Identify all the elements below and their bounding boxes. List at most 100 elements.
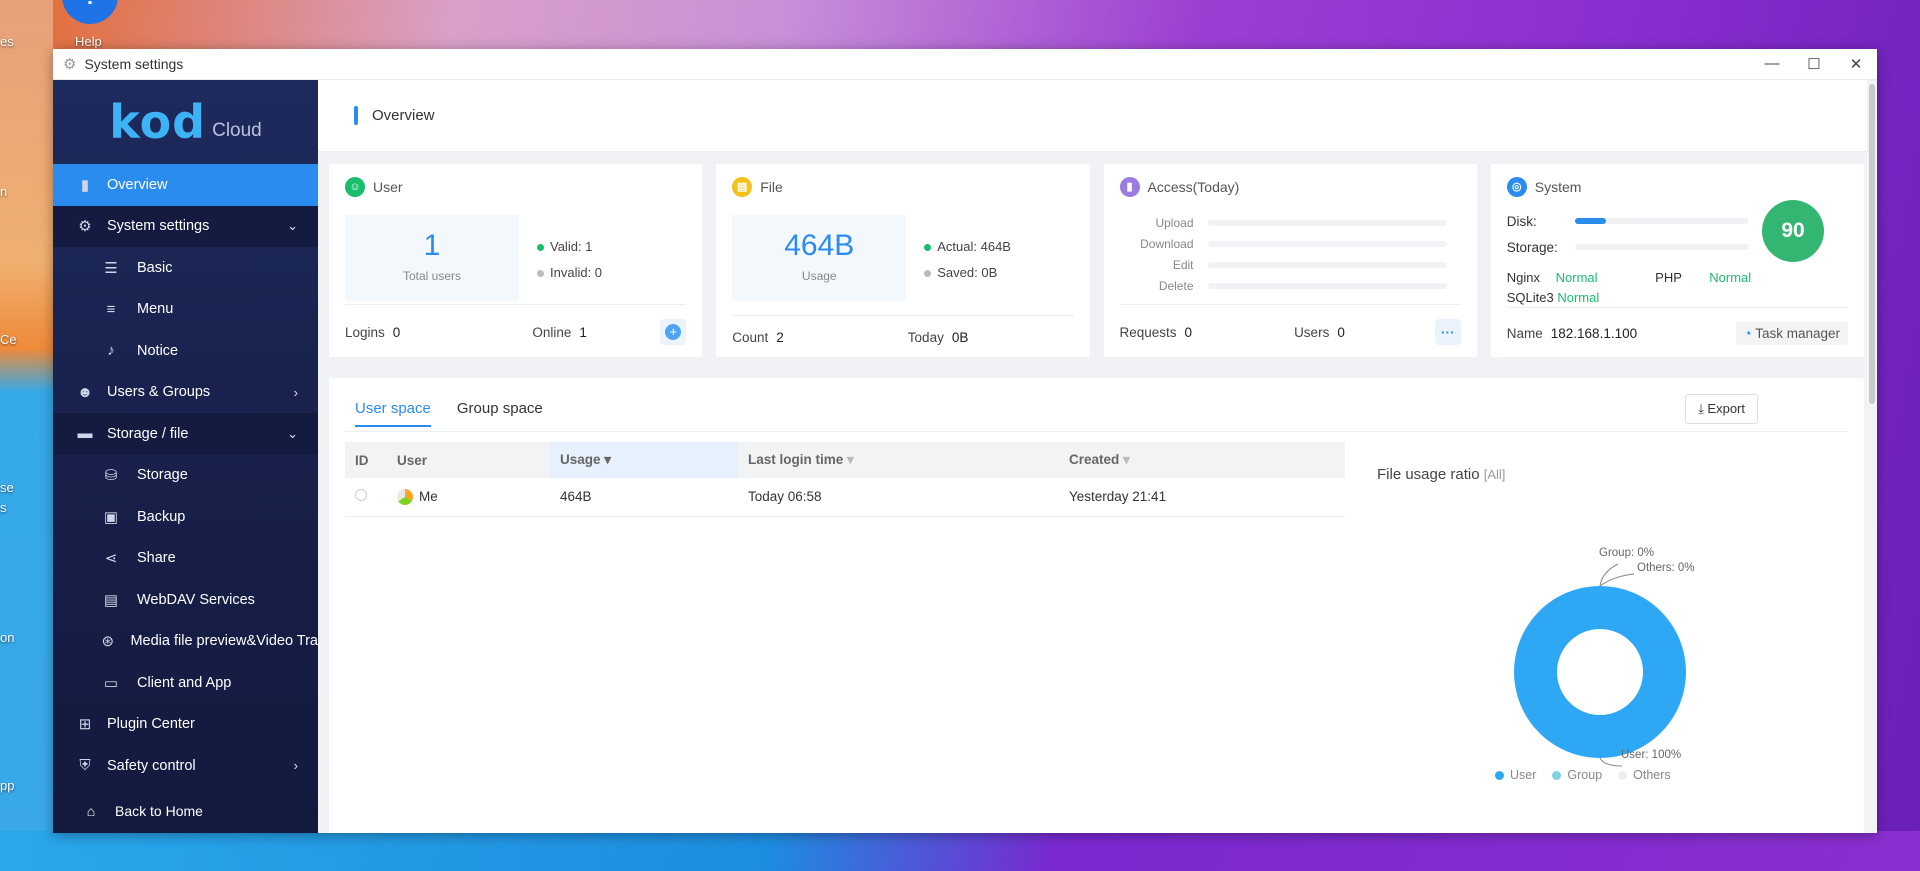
column-header-last-login[interactable]: Last login time ▾: [738, 442, 1059, 478]
sidebar-item-plugin-center[interactable]: ⊞ Plugin Center: [53, 703, 318, 745]
file-icon: ▤: [732, 177, 753, 197]
help-desktop-icon[interactable]: !: [62, 0, 118, 24]
sidebar-item-basic[interactable]: ☰ Basic: [53, 247, 318, 289]
donut-slice-user[interactable]: [1514, 586, 1686, 758]
desktop-icon-label[interactable]: se: [0, 480, 53, 495]
logo-sub: Cloud: [212, 120, 262, 141]
sidebar-item-overview[interactable]: ▮ Overview: [53, 164, 318, 206]
sidebar-item-label: Safety control: [107, 757, 196, 774]
window-title: System settings: [84, 56, 184, 72]
sidebar-item-storage-file[interactable]: ▬ Storage / file ⌄: [53, 413, 318, 455]
legend-swatch: [1618, 771, 1628, 781]
disk-progress-fill: [1574, 218, 1607, 224]
window-titlebar[interactable]: ⚙ System settings — ☐ ✕: [53, 49, 1877, 80]
help-desktop-label[interactable]: Help: [75, 34, 102, 49]
column-header-usage[interactable]: Usage ▾: [550, 442, 738, 478]
webdav-icon: ▤: [103, 591, 119, 609]
sidebar-item-label: Client and App: [137, 674, 232, 691]
task-manager-label: Task manager: [1755, 326, 1840, 341]
leader-line: [1599, 563, 1619, 587]
chevron-down-icon: ⌄: [287, 425, 298, 441]
system-score-badge[interactable]: 90: [1762, 200, 1824, 262]
chevron-down-icon: ⌄: [287, 218, 298, 234]
main-content: Overview ☺ User 1 Total users Valid: 1 I…: [318, 80, 1877, 833]
leader-line: [1599, 757, 1623, 767]
desktop-icon-label[interactable]: pp: [0, 778, 53, 793]
access-users-value: 0: [1337, 324, 1345, 340]
storage-row: Storage:: [1507, 234, 1749, 260]
sidebar-item-safety-control[interactable]: ⛨ Safety control ›: [53, 745, 318, 787]
desktop-icon-label[interactable]: on: [0, 630, 53, 645]
disk-progress: [1574, 218, 1749, 224]
sidebar-item-label: Storage: [137, 467, 188, 484]
export-label: Export: [1707, 401, 1745, 416]
sidebar-item-notice[interactable]: ♪ Notice: [53, 330, 318, 372]
sidebar-item-system-settings[interactable]: ⚙ System settings ⌄: [53, 205, 318, 247]
sidebar-item-label: Menu: [137, 301, 174, 318]
sidebar-item-webdav[interactable]: ▤ WebDAV Services: [53, 579, 318, 621]
export-button[interactable]: ⤓ Export: [1685, 394, 1758, 424]
system-card: ◎ System Disk: Storage: Nginx Normal PHP…: [1490, 164, 1864, 357]
access-row-label: Download: [1140, 236, 1194, 251]
legend-item-user[interactable]: User: [1495, 768, 1536, 782]
desktop-icon-label[interactable]: n: [0, 184, 53, 199]
desktop-left-strip: [0, 0, 53, 871]
sidebar-item-label: Media file preview&Video Tra: [130, 633, 318, 650]
table-row[interactable]: Me 464B Today 06:58 Yesterday 21:41: [345, 478, 1345, 517]
sort-desc-icon: ▾: [600, 452, 612, 467]
tab-group-space[interactable]: Group space: [457, 400, 543, 427]
legend-item-group[interactable]: Group: [1552, 768, 1602, 782]
storage-label: Storage:: [1506, 239, 1558, 255]
leader-line: [1599, 573, 1635, 587]
desktop-icon-label[interactable]: s: [0, 500, 53, 515]
access-card: ▮ Access(Today) Upload Download Edit Del…: [1103, 164, 1477, 357]
sidebar-item-media-preview[interactable]: ⊛ Media file preview&Video Tra: [53, 621, 318, 663]
column-header-created[interactable]: Created ▾: [1059, 442, 1345, 478]
database-icon: ⛁: [104, 467, 118, 485]
back-to-home-link[interactable]: ⌂ Back to Home: [53, 791, 318, 831]
last-login-header-label: Last login time: [748, 452, 844, 467]
sidebar-item-menu[interactable]: ≡ Menu: [53, 289, 318, 331]
tabs-divider: [345, 431, 1848, 432]
row-checkbox[interactable]: [345, 478, 387, 517]
plus-icon: +: [665, 324, 682, 340]
kod-cloud-logo[interactable]: kod Cloud: [53, 80, 318, 164]
sidebar-item-label: Backup: [137, 508, 186, 525]
sqlite-status: Normal: [1557, 290, 1600, 305]
nginx-label: Nginx: [1506, 270, 1540, 285]
row-created: Yesterday 21:41: [1059, 478, 1345, 517]
more-button[interactable]: ···: [1434, 319, 1461, 345]
close-button[interactable]: ✕: [1835, 55, 1877, 73]
desktop-icon-label[interactable]: es: [0, 34, 53, 49]
sidebar-item-share[interactable]: ⋖ Share: [53, 538, 318, 580]
column-header-user[interactable]: User: [387, 442, 550, 478]
legend-label: Others: [1633, 768, 1671, 782]
ratio-filter-link[interactable]: [All]: [1484, 467, 1506, 482]
legend-label: User: [1510, 768, 1537, 782]
access-track: [1207, 240, 1447, 247]
minimize-button[interactable]: —: [1751, 55, 1793, 73]
sidebar-item-storage[interactable]: ⛁ Storage: [53, 455, 318, 497]
task-manager-button[interactable]: ◔ Task manager: [1735, 322, 1848, 345]
maximize-button[interactable]: ☐: [1793, 55, 1835, 73]
gauge-icon: ◔: [1743, 326, 1756, 341]
page-header: Overview: [318, 80, 1877, 152]
legend-item-others[interactable]: Others: [1618, 768, 1671, 782]
total-users-box: 1 Total users: [345, 215, 519, 301]
scrollbar-thumb[interactable]: [1869, 84, 1875, 404]
data-label-user: User: 100%: [1621, 749, 1681, 761]
tab-user-space[interactable]: User space: [355, 400, 431, 427]
content-scrollbar[interactable]: [1867, 80, 1877, 833]
sidebar-item-client-app[interactable]: ▭ Client and App: [53, 662, 318, 704]
desktop-icon-label[interactable]: Ce: [0, 332, 53, 347]
gear-icon: ⚙: [78, 218, 92, 236]
user-card: ☺ User 1 Total users Valid: 1 Invalid: 0…: [329, 164, 703, 357]
name-value: 182.168.1.100: [1550, 326, 1638, 341]
data-label-group: Group: 0%: [1599, 547, 1654, 559]
sqlite-label: SQLite3: [1506, 290, 1554, 305]
column-header-id[interactable]: ID: [345, 442, 387, 478]
add-user-button[interactable]: +: [660, 319, 687, 345]
sidebar-item-users-groups[interactable]: ☻ Users & Groups ›: [53, 372, 318, 414]
usage-header-label: Usage: [560, 452, 601, 467]
sidebar-item-backup[interactable]: ▣ Backup: [53, 496, 318, 538]
